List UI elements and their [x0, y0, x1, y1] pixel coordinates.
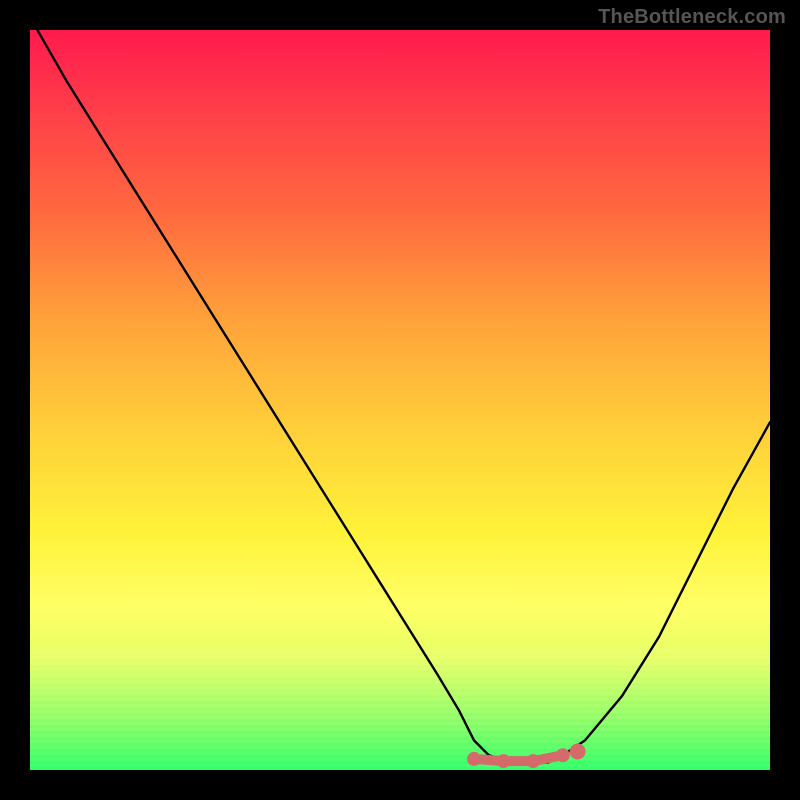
- valley-range-line: [474, 755, 563, 761]
- gradient-banding: [30, 650, 770, 770]
- valley-range-mid1: [497, 754, 511, 768]
- bottleneck-curve: [37, 30, 770, 763]
- plot-area: [30, 30, 770, 770]
- chart-frame: TheBottleneck.com: [0, 0, 800, 800]
- curve-svg: [30, 30, 770, 770]
- valley-range-left: [467, 752, 481, 766]
- valley-range-right: [556, 748, 570, 762]
- valley-markers: [467, 744, 586, 769]
- watermark-text: TheBottleneck.com: [598, 6, 786, 29]
- valley-dot: [570, 744, 586, 760]
- valley-range-mid2: [526, 754, 540, 768]
